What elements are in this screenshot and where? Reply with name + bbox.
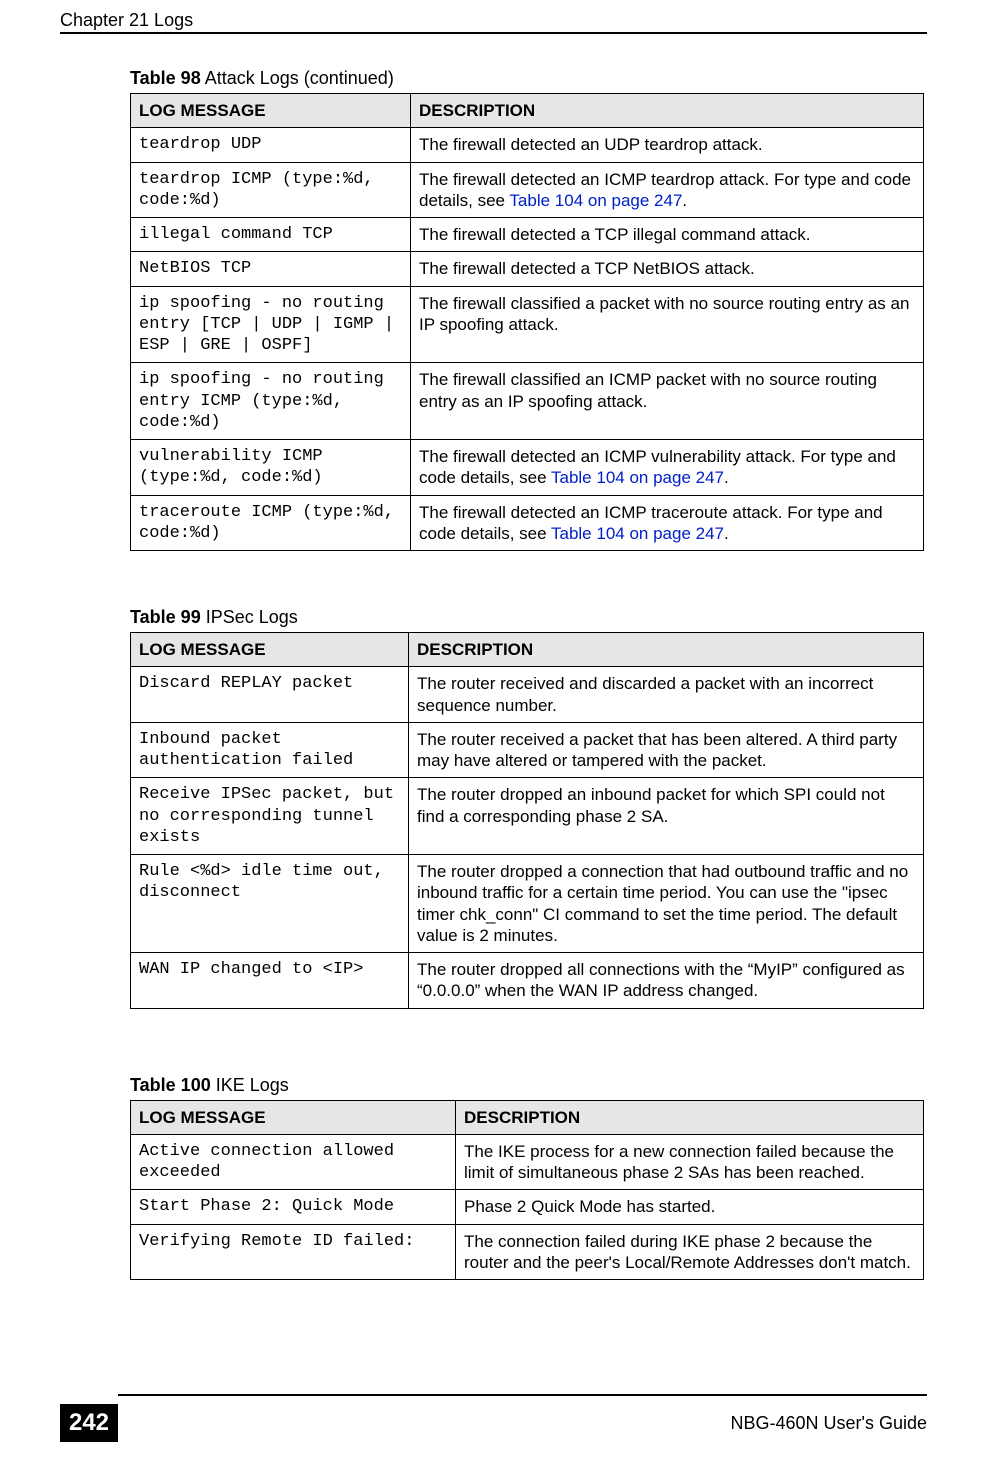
table98-caption: Table 98 Attack Logs (continued) bbox=[130, 68, 924, 89]
log-description: The firewall detected an ICMP teardrop a… bbox=[411, 162, 924, 218]
table-row: Start Phase 2: Quick Mode Phase 2 Quick … bbox=[131, 1190, 924, 1224]
log-message: WAN IP changed to <IP> bbox=[131, 953, 409, 1009]
table-row: Active connection allowed exceeded The I… bbox=[131, 1134, 924, 1190]
log-message: Active connection allowed exceeded bbox=[131, 1134, 456, 1190]
log-message: Inbound packet authentication failed bbox=[131, 722, 409, 778]
table-row: WAN IP changed to <IP> The router droppe… bbox=[131, 953, 924, 1009]
log-message: Discard REPLAY packet bbox=[131, 667, 409, 723]
log-description: The IKE process for a new connection fai… bbox=[456, 1134, 924, 1190]
desc-text: . bbox=[682, 191, 687, 210]
table-header-row: LOG MESSAGE DESCRIPTION bbox=[131, 1100, 924, 1134]
table-row: Verifying Remote ID failed: The connecti… bbox=[131, 1224, 924, 1280]
log-description: The router dropped an inbound packet for… bbox=[409, 778, 924, 855]
log-description: The firewall detected a TCP NetBIOS atta… bbox=[411, 252, 924, 286]
footer-guide: NBG-460N User's Guide bbox=[730, 1413, 927, 1434]
table99-caption: Table 99 IPSec Logs bbox=[130, 607, 924, 628]
table-row: teardrop UDP The firewall detected an UD… bbox=[131, 128, 924, 162]
log-message: ip spoofing - no routing entry ICMP (typ… bbox=[131, 363, 411, 440]
table-row: teardrop ICMP (type:%d, code:%d) The fir… bbox=[131, 162, 924, 218]
log-description: The firewall classified a packet with no… bbox=[411, 286, 924, 363]
header-rule bbox=[60, 32, 927, 34]
cross-reference-link[interactable]: Table 104 on page 247 bbox=[509, 191, 682, 210]
table98-col2-header: DESCRIPTION bbox=[411, 94, 924, 128]
cross-reference-link[interactable]: Table 104 on page 247 bbox=[551, 524, 724, 543]
log-message: Receive IPSec packet, but no correspondi… bbox=[131, 778, 409, 855]
table100-col2-header: DESCRIPTION bbox=[456, 1100, 924, 1134]
desc-text: The firewall detected a TCP illegal comm… bbox=[419, 225, 811, 244]
table-row: Receive IPSec packet, but no correspondi… bbox=[131, 778, 924, 855]
log-description: The firewall detected an UDP teardrop at… bbox=[411, 128, 924, 162]
log-description: Phase 2 Quick Mode has started. bbox=[456, 1190, 924, 1224]
log-description: The firewall detected an ICMP traceroute… bbox=[411, 495, 924, 551]
table100-caption: Table 100 IKE Logs bbox=[130, 1075, 924, 1096]
table-row: vulnerability ICMP (type:%d, code:%d) Th… bbox=[131, 440, 924, 496]
table99-col2-header: DESCRIPTION bbox=[409, 633, 924, 667]
log-message: ip spoofing - no routing entry [TCP | UD… bbox=[131, 286, 411, 363]
table99-col1-header: LOG MESSAGE bbox=[131, 633, 409, 667]
table99-caption-text: IPSec Logs bbox=[201, 607, 298, 627]
cross-reference-link[interactable]: Table 104 on page 247 bbox=[551, 468, 724, 487]
desc-text: The firewall detected an UDP teardrop at… bbox=[419, 135, 763, 154]
table98: LOG MESSAGE DESCRIPTION teardrop UDP The… bbox=[130, 93, 924, 551]
table-row: ip spoofing - no routing entry [TCP | UD… bbox=[131, 286, 924, 363]
table98-caption-text: Attack Logs (continued) bbox=[201, 68, 394, 88]
log-message: teardrop ICMP (type:%d, code:%d) bbox=[131, 162, 411, 218]
desc-text: The firewall classified a packet with no… bbox=[419, 294, 909, 334]
table99: LOG MESSAGE DESCRIPTION Discard REPLAY p… bbox=[130, 632, 924, 1009]
header-chapter: Chapter 21 Logs bbox=[60, 10, 193, 31]
table98-col1-header: LOG MESSAGE bbox=[131, 94, 411, 128]
log-description: The firewall classified an ICMP packet w… bbox=[411, 363, 924, 440]
log-description: The router received and discarded a pack… bbox=[409, 667, 924, 723]
desc-text: . bbox=[724, 524, 729, 543]
log-message: vulnerability ICMP (type:%d, code:%d) bbox=[131, 440, 411, 496]
desc-text: The firewall detected a TCP NetBIOS atta… bbox=[419, 259, 755, 278]
table98-caption-label: Table 98 bbox=[130, 68, 201, 88]
log-message: teardrop UDP bbox=[131, 128, 411, 162]
desc-text: . bbox=[724, 468, 729, 487]
table100-caption-label: Table 100 bbox=[130, 1075, 211, 1095]
log-message: illegal command TCP bbox=[131, 218, 411, 252]
log-description: The router received a packet that has be… bbox=[409, 722, 924, 778]
page-content: Table 98 Attack Logs (continued) LOG MES… bbox=[130, 60, 924, 1280]
log-description: The router dropped all connections with … bbox=[409, 953, 924, 1009]
table100-caption-text: IKE Logs bbox=[211, 1075, 289, 1095]
table-row: Inbound packet authentication failed The… bbox=[131, 722, 924, 778]
table-row: Discard REPLAY packet The router receive… bbox=[131, 667, 924, 723]
log-message: traceroute ICMP (type:%d, code:%d) bbox=[131, 495, 411, 551]
table-row: NetBIOS TCP The firewall detected a TCP … bbox=[131, 252, 924, 286]
table100: LOG MESSAGE DESCRIPTION Active connectio… bbox=[130, 1100, 924, 1281]
table-row: Rule <%d> idle time out, disconnect The … bbox=[131, 855, 924, 953]
page-number: 242 bbox=[60, 1404, 118, 1442]
log-description: The router dropped a connection that had… bbox=[409, 855, 924, 953]
log-message: Verifying Remote ID failed: bbox=[131, 1224, 456, 1280]
table-header-row: LOG MESSAGE DESCRIPTION bbox=[131, 633, 924, 667]
desc-text: The firewall classified an ICMP packet w… bbox=[419, 370, 877, 410]
log-message: Start Phase 2: Quick Mode bbox=[131, 1190, 456, 1224]
log-description: The firewall detected a TCP illegal comm… bbox=[411, 218, 924, 252]
log-description: The connection failed during IKE phase 2… bbox=[456, 1224, 924, 1280]
log-message: NetBIOS TCP bbox=[131, 252, 411, 286]
log-message: Rule <%d> idle time out, disconnect bbox=[131, 855, 409, 953]
footer-rule bbox=[118, 1394, 927, 1396]
table-row: traceroute ICMP (type:%d, code:%d) The f… bbox=[131, 495, 924, 551]
table99-caption-label: Table 99 bbox=[130, 607, 201, 627]
log-description: The firewall detected an ICMP vulnerabil… bbox=[411, 440, 924, 496]
table-header-row: LOG MESSAGE DESCRIPTION bbox=[131, 94, 924, 128]
table100-col1-header: LOG MESSAGE bbox=[131, 1100, 456, 1134]
table-row: illegal command TCP The firewall detecte… bbox=[131, 218, 924, 252]
table-row: ip spoofing - no routing entry ICMP (typ… bbox=[131, 363, 924, 440]
